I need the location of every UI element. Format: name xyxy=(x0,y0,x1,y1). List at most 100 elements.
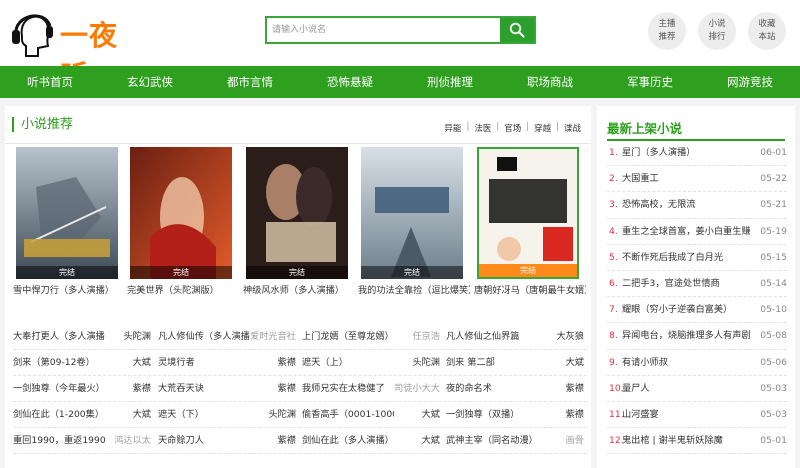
book-title[interactable]: 星门（多人演播） xyxy=(622,140,750,166)
book-title[interactable]: 有请小师叔 xyxy=(622,350,750,376)
author[interactable]: 头陀渊 xyxy=(123,324,151,350)
author[interactable]: 紫襟 xyxy=(278,350,296,376)
search-input[interactable] xyxy=(267,18,500,42)
book-title[interactable]: 我师兄实在太稳健了 xyxy=(302,376,394,402)
list-item[interactable]: 凡人修仙之仙界篇 大灰狼 xyxy=(446,324,586,350)
nav-detective[interactable]: 刑侦推理 xyxy=(400,66,500,98)
list-item[interactable]: 大荒吞天诀 紫襟 xyxy=(158,376,298,402)
list-item[interactable]: 2. 大国重工 05-22 xyxy=(607,166,787,193)
author[interactable]: 画骨 xyxy=(566,428,584,454)
book-title[interactable]: 鬼出棺 | 谢半鬼斩妖除魔 xyxy=(622,428,750,454)
book-title[interactable]: 灵境行者 xyxy=(158,350,250,376)
author[interactable]: 紫襟 xyxy=(566,376,584,402)
book-title[interactable]: 上门龙婿（至尊龙婿） xyxy=(302,324,394,350)
author[interactable]: 紫襟 xyxy=(133,376,151,402)
book-title[interactable]: 唐朝好冴马（唐朝最牛女婿） xyxy=(474,282,586,296)
book-title[interactable]: 武神主宰（同名动漫） xyxy=(446,428,538,454)
book-title[interactable]: 不断作死后我成了白月光 xyxy=(622,245,750,271)
list-item[interactable]: 3. 恐怖高校，无限流 05-21 xyxy=(607,192,787,219)
book-title[interactable]: 耀眼（穷小子逆袭白富美） xyxy=(622,297,750,323)
list-item[interactable]: 大奉打更人（多人演播） 头陀渊 xyxy=(13,324,153,350)
book-title[interactable]: 剑仙在此（多人演播） xyxy=(302,428,394,454)
list-item[interactable]: 遮天（上） 头陀渊 xyxy=(302,350,442,376)
list-item[interactable]: 武神主宰（同名动漫） 画骨 xyxy=(446,428,586,454)
book-title[interactable]: 雪中悍刀行（多人演播） xyxy=(13,282,125,296)
list-item[interactable]: 遮天（下） 头陀渊 xyxy=(158,402,298,428)
site-logo[interactable]: 一夜听 xyxy=(8,6,138,92)
author[interactable]: 司徒小大大 xyxy=(394,376,440,402)
book-title[interactable]: 凡人修仙传（多人演播） xyxy=(158,324,250,350)
author[interactable]: 鸿达以太 xyxy=(114,428,151,454)
book-title[interactable]: 偷香高手（0001-1000集） xyxy=(302,402,394,428)
book-title[interactable]: 完美世界（头陀渊版） xyxy=(127,282,239,296)
anchor-recommend-button[interactable]: 主播 推荐 xyxy=(648,12,686,50)
author[interactable]: 紫襟 xyxy=(566,402,584,428)
nav-business[interactable]: 职场商战 xyxy=(500,66,600,98)
list-item[interactable]: 4. 重生之全球首富，姜小白重生赚钱！ 05-19 xyxy=(607,219,787,245)
list-item[interactable]: 5. 不断作死后我成了白月光 05-15 xyxy=(607,245,787,271)
book-title[interactable]: 遮天（上） xyxy=(302,350,394,376)
nav-horror[interactable]: 恐怖悬疑 xyxy=(300,66,400,98)
book-title[interactable]: 二把手3，官途处世情商 xyxy=(622,271,750,297)
book-title[interactable]: 剑来 第二部 xyxy=(446,350,538,376)
category-link[interactable]: 穿越 xyxy=(534,122,551,134)
book-title[interactable]: 我的功法全靠捡（逗比爆笑） xyxy=(358,282,470,296)
book-title[interactable]: 恐怖高校，无限流 xyxy=(622,192,750,218)
author[interactable]: 大斌 xyxy=(422,428,440,454)
author[interactable]: 大斌 xyxy=(133,402,151,428)
list-item[interactable]: 8. 异闻电台，烧脑推理多人有声剧 05-08 xyxy=(607,323,787,350)
book-title[interactable]: 重回1990，重返1990 xyxy=(13,428,105,454)
book-title[interactable]: 夜的命名术 xyxy=(446,376,538,402)
list-item[interactable]: 9. 有请小师叔 05-06 xyxy=(607,350,787,376)
nav-home[interactable]: 听书首页 xyxy=(0,66,100,98)
book-title[interactable]: 天命赊刀人 xyxy=(158,428,250,454)
book-cover-image[interactable]: 完结 xyxy=(16,147,118,279)
list-item[interactable]: 一剑独尊（双播） 紫襟 xyxy=(446,402,586,428)
category-link[interactable]: 官场 xyxy=(504,122,521,134)
list-item[interactable]: 夜的命名术 紫襟 xyxy=(446,376,586,402)
book-title[interactable]: 剑仙在此（1-200集） xyxy=(13,402,105,428)
book-title[interactable]: 神级风水师（多人演播） xyxy=(243,282,355,296)
author[interactable]: 大斌 xyxy=(422,402,440,428)
list-item[interactable]: 剑仙在此（1-200集） 大斌 xyxy=(13,402,153,428)
book-title[interactable]: 大奉打更人（多人演播） xyxy=(13,324,105,350)
author[interactable]: 任京浩 xyxy=(412,324,440,350)
book-cover-image[interactable]: 完结 xyxy=(130,147,232,279)
list-item[interactable]: 剑来 第二部 大斌 xyxy=(446,350,586,376)
book-title[interactable]: 大荒吞天诀 xyxy=(158,376,250,402)
list-item[interactable]: 我师兄实在太稳健了 司徒小大大 xyxy=(302,376,442,402)
book-title[interactable]: 量尸人 xyxy=(622,376,750,402)
book-title[interactable]: 山河盛宴 xyxy=(622,402,750,428)
book-cover-image[interactable]: 完结 xyxy=(477,147,579,279)
author[interactable]: 大斌 xyxy=(133,350,151,376)
nav-gaming[interactable]: 网游竞技 xyxy=(700,66,800,98)
list-item[interactable]: 11. 山河盛宴 05-03 xyxy=(607,402,787,429)
author[interactable]: 爱时光音社 xyxy=(250,324,296,350)
author[interactable]: 紫襟 xyxy=(278,428,296,454)
book-title[interactable]: 异闻电台，烧脑推理多人有声剧 xyxy=(622,323,750,349)
category-link[interactable]: 法医 xyxy=(474,122,491,134)
author[interactable]: 头陀渊 xyxy=(268,402,296,428)
list-item[interactable]: 灵境行者 紫襟 xyxy=(158,350,298,376)
list-item[interactable]: 1. 星门（多人演播） 06-01 xyxy=(607,140,787,167)
book-title[interactable]: 凡人修仙之仙界篇 xyxy=(446,324,538,350)
nav-fantasy[interactable]: 玄幻武侠 xyxy=(100,66,200,98)
search-button[interactable] xyxy=(500,18,534,42)
list-item[interactable]: 重回1990，重返1990 鸿达以太 xyxy=(13,428,153,454)
book-title[interactable]: 重生之全球首富，姜小白重生赚钱！ xyxy=(622,219,750,245)
author[interactable]: 头陀渊 xyxy=(412,350,440,376)
list-item[interactable]: 7. 耀眼（穷小子逆袭白富美） 05-10 xyxy=(607,297,787,324)
nav-military[interactable]: 军事历史 xyxy=(600,66,700,98)
author[interactable]: 大斌 xyxy=(566,350,584,376)
list-item[interactable]: 上门龙婿（至尊龙婿） 任京浩 xyxy=(302,324,442,350)
list-item[interactable]: 10. 量尸人 05-03 xyxy=(607,376,787,402)
book-cover-image[interactable]: 完结 xyxy=(361,147,463,279)
bookmark-site-button[interactable]: 收藏 本站 xyxy=(748,12,786,50)
author[interactable]: 紫襟 xyxy=(278,376,296,402)
book-title[interactable]: 一剑独尊（今年最火） xyxy=(13,376,105,402)
category-link[interactable]: 异能 xyxy=(444,122,461,134)
book-title[interactable]: 一剑独尊（双播） xyxy=(446,402,538,428)
book-title[interactable]: 剑来（第09-12卷） xyxy=(13,350,105,376)
list-item[interactable]: 剑仙在此（多人演播） 大斌 xyxy=(302,428,442,454)
category-link[interactable]: 谍战 xyxy=(564,122,581,134)
